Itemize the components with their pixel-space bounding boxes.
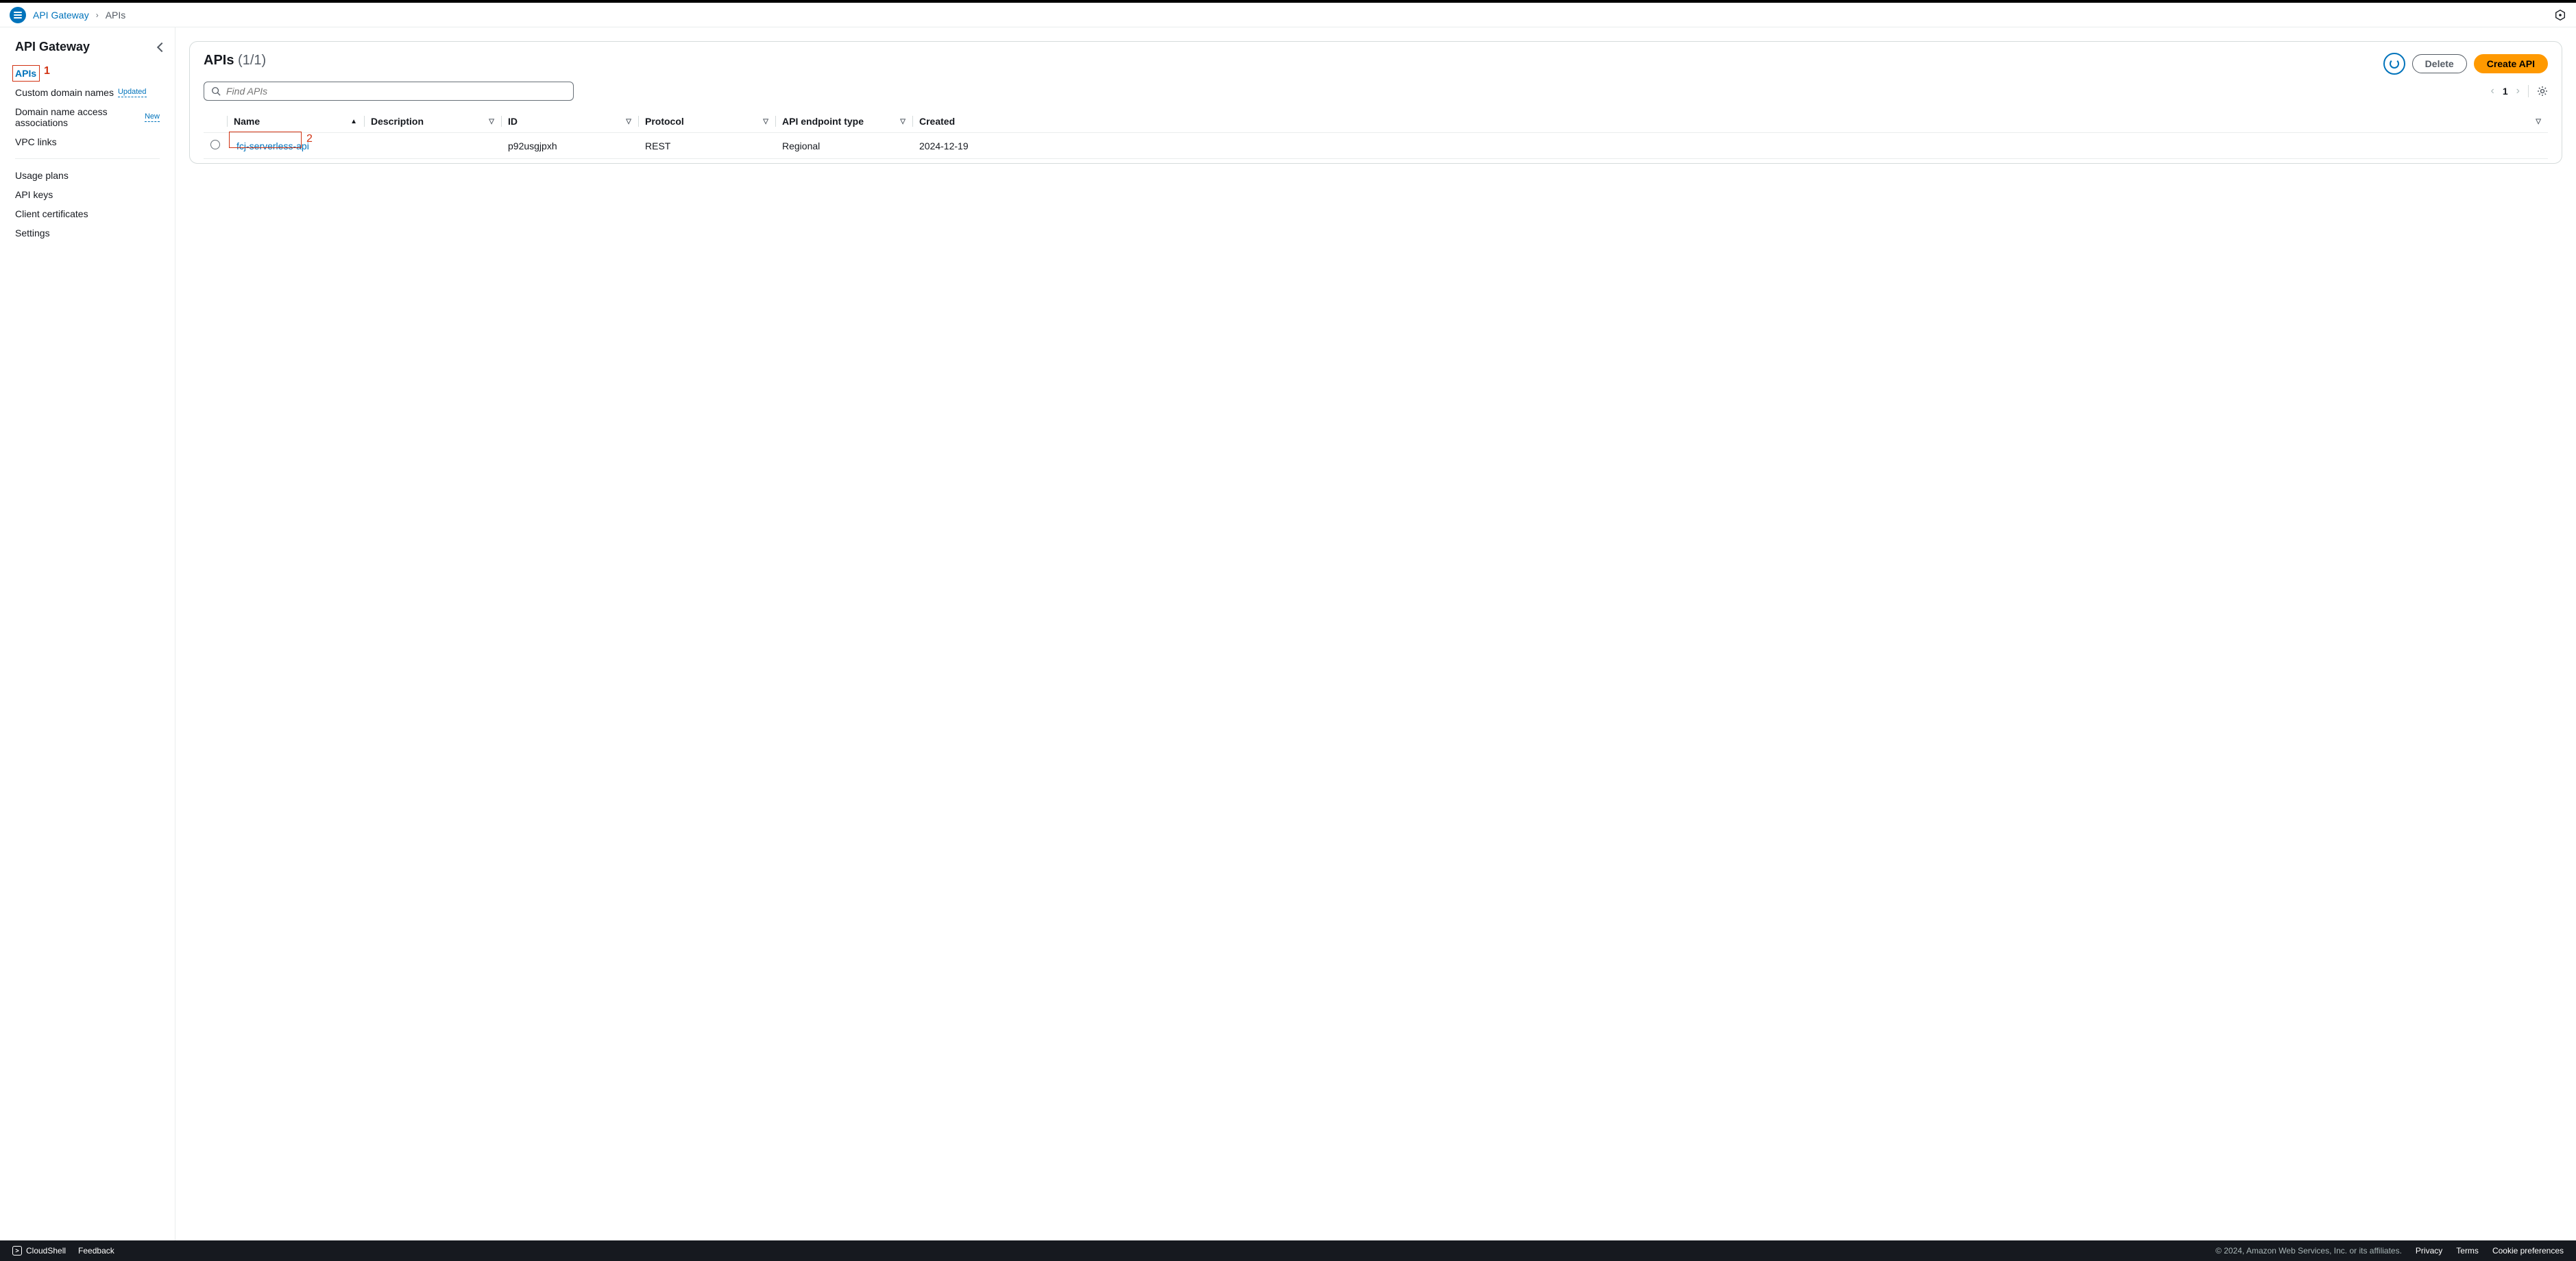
privacy-link[interactable]: Privacy bbox=[2416, 1246, 2442, 1256]
refresh-icon bbox=[2390, 59, 2399, 69]
panel-title-text: APIs bbox=[204, 53, 234, 68]
refresh-button[interactable] bbox=[2383, 53, 2405, 75]
sidebar-item-api-keys[interactable]: API keys bbox=[0, 185, 175, 204]
sidebar-item-label: Client certificates bbox=[15, 208, 88, 219]
sidebar-item-label: Settings bbox=[15, 228, 50, 238]
search-icon bbox=[211, 86, 221, 96]
main-content: APIs (1/1) Delete Create API ‹ bbox=[175, 27, 2576, 1240]
sidebar-item-custom-domain-names[interactable]: Custom domain names Updated bbox=[0, 83, 175, 102]
terms-link[interactable]: Terms bbox=[2456, 1246, 2479, 1256]
sidebar-item-label: VPC links bbox=[15, 136, 57, 147]
sidebar-item-badge: New bbox=[145, 112, 160, 122]
cell-description bbox=[364, 133, 501, 159]
create-api-button[interactable]: Create API bbox=[2474, 54, 2548, 73]
search-input-wrapper[interactable] bbox=[204, 82, 574, 101]
page-number: 1 bbox=[2503, 86, 2508, 97]
sidebar-item-label: Custom domain names bbox=[15, 87, 114, 98]
feedback-link[interactable]: Feedback bbox=[78, 1246, 114, 1256]
annotation-number-1: 1 bbox=[44, 65, 50, 77]
column-created-label: Created bbox=[919, 116, 955, 127]
column-id-label: ID bbox=[508, 116, 518, 127]
breadcrumb-separator: › bbox=[96, 10, 99, 20]
sort-icon: ▽ bbox=[2536, 118, 2541, 125]
apis-panel: APIs (1/1) Delete Create API ‹ bbox=[189, 41, 2562, 164]
prev-page-button[interactable]: ‹ bbox=[2491, 85, 2494, 97]
hamburger-icon bbox=[14, 12, 22, 19]
services-menu-button[interactable] bbox=[10, 7, 26, 23]
sort-icon: ▽ bbox=[626, 118, 631, 125]
cell-id: p92usgjpxh bbox=[501, 133, 638, 159]
annotation-number-2: 2 bbox=[306, 133, 313, 145]
help-icon[interactable] bbox=[2554, 9, 2566, 21]
breadcrumb-service[interactable]: API Gateway bbox=[33, 10, 89, 21]
column-description-label: Description bbox=[371, 116, 424, 127]
sidebar-title: API Gateway bbox=[15, 40, 90, 54]
cloudshell-label: CloudShell bbox=[26, 1246, 66, 1256]
search-input[interactable] bbox=[226, 86, 566, 97]
column-created[interactable]: Created ▽ bbox=[912, 110, 2548, 133]
cloudshell-button[interactable]: > CloudShell bbox=[12, 1246, 66, 1256]
api-name-link[interactable]: fcj-serverless-api bbox=[234, 139, 312, 153]
panel-count: (1/1) bbox=[238, 53, 266, 68]
sort-icon: ▽ bbox=[763, 118, 768, 125]
column-endpoint-type-label: API endpoint type bbox=[782, 116, 864, 127]
table-row: fcj-serverless-api 2 p92usgjpxh REST Reg… bbox=[204, 133, 2548, 159]
cell-created: 2024-12-19 bbox=[912, 133, 2548, 159]
collapse-sidebar-button[interactable] bbox=[157, 42, 167, 51]
column-endpoint-type[interactable]: API endpoint type ▽ bbox=[775, 110, 912, 133]
sidebar-item-label: Domain name access associations bbox=[15, 106, 141, 128]
sidebar-item-label: Usage plans bbox=[15, 170, 69, 181]
cell-endpoint-type: Regional bbox=[775, 133, 912, 159]
sort-icon: ▽ bbox=[489, 118, 494, 125]
sort-asc-icon: ▲ bbox=[350, 118, 357, 125]
breadcrumb-bar: API Gateway › APIs bbox=[0, 3, 2576, 27]
sidebar-item-badge: Updated bbox=[118, 88, 147, 97]
panel-title: APIs (1/1) bbox=[204, 53, 266, 69]
sidebar-item-settings[interactable]: Settings bbox=[0, 223, 175, 243]
column-id[interactable]: ID ▽ bbox=[501, 110, 638, 133]
sidebar-divider bbox=[15, 158, 160, 159]
column-protocol[interactable]: Protocol ▽ bbox=[638, 110, 775, 133]
delete-button[interactable]: Delete bbox=[2412, 54, 2467, 73]
sort-icon: ▽ bbox=[900, 118, 906, 125]
row-select-radio[interactable] bbox=[210, 140, 220, 149]
column-protocol-label: Protocol bbox=[645, 116, 684, 127]
column-name-label: Name bbox=[234, 116, 260, 127]
sidebar-item-usage-plans[interactable]: Usage plans bbox=[0, 166, 175, 185]
sidebar: API Gateway APIs 1 Custom domain names U… bbox=[0, 27, 175, 1240]
settings-icon[interactable] bbox=[2537, 86, 2548, 97]
divider bbox=[2528, 85, 2529, 97]
copyright-text: © 2024, Amazon Web Services, Inc. or its… bbox=[2215, 1246, 2402, 1256]
column-name[interactable]: Name ▲ bbox=[227, 110, 364, 133]
cloudshell-icon: > bbox=[12, 1246, 22, 1256]
breadcrumb-page: APIs bbox=[106, 10, 126, 21]
apis-table: Name ▲ Description ▽ ID ▽ Protocol ▽ API end… bbox=[204, 110, 2548, 159]
sidebar-item-client-certificates[interactable]: Client certificates bbox=[0, 204, 175, 223]
footer: > CloudShell Feedback © 2024, Amazon Web… bbox=[0, 1240, 2576, 1261]
cookie-prefs-link[interactable]: Cookie preferences bbox=[2492, 1246, 2564, 1256]
column-description[interactable]: Description ▽ bbox=[364, 110, 501, 133]
next-page-button[interactable]: › bbox=[2516, 85, 2520, 97]
sidebar-item-vpc-links[interactable]: VPC links bbox=[0, 132, 175, 151]
sidebar-item-label: API keys bbox=[15, 189, 53, 200]
sidebar-item-label: APIs bbox=[15, 68, 36, 79]
pager: ‹ 1 › bbox=[2491, 85, 2548, 97]
sidebar-item-domain-name-access-associations[interactable]: Domain name access associations New bbox=[0, 102, 175, 132]
cell-protocol: REST bbox=[638, 133, 775, 159]
sidebar-item-apis[interactable]: APIs 1 bbox=[0, 64, 175, 83]
